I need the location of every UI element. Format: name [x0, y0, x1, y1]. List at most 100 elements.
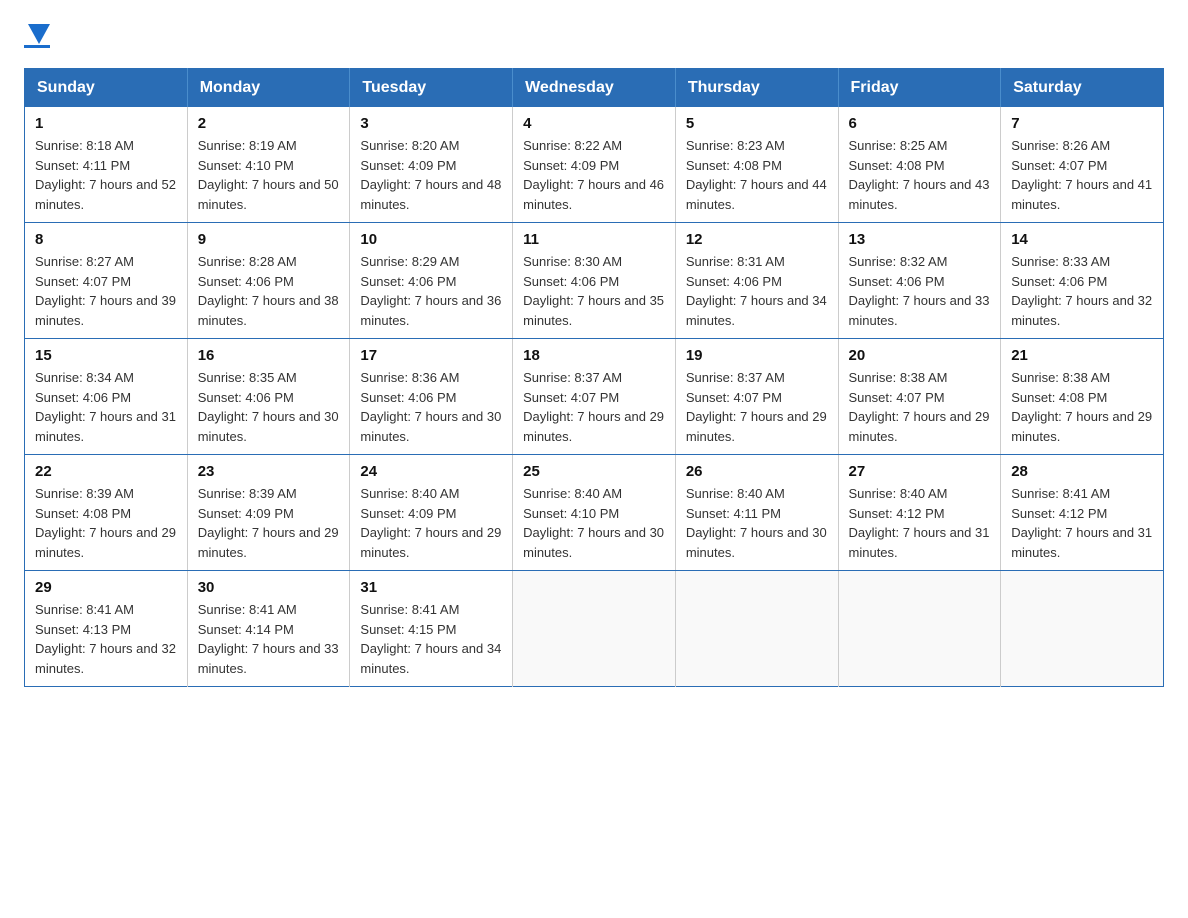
calendar-cell: 6 Sunrise: 8:25 AM Sunset: 4:08 PM Dayli…: [838, 107, 1001, 223]
day-number: 16: [198, 347, 340, 364]
day-header-sunday: Sunday: [25, 69, 188, 108]
calendar-cell: 17 Sunrise: 8:36 AM Sunset: 4:06 PM Dayl…: [350, 339, 513, 455]
calendar-cell: 31 Sunrise: 8:41 AM Sunset: 4:15 PM Dayl…: [350, 571, 513, 687]
calendar-cell: 20 Sunrise: 8:38 AM Sunset: 4:07 PM Dayl…: [838, 339, 1001, 455]
calendar-cell: 18 Sunrise: 8:37 AM Sunset: 4:07 PM Dayl…: [513, 339, 676, 455]
day-info: Sunrise: 8:25 AM Sunset: 4:08 PM Dayligh…: [849, 136, 991, 214]
day-number: 24: [360, 463, 502, 480]
day-number: 15: [35, 347, 177, 364]
calendar-cell: 16 Sunrise: 8:35 AM Sunset: 4:06 PM Dayl…: [187, 339, 350, 455]
calendar-week-row: 8 Sunrise: 8:27 AM Sunset: 4:07 PM Dayli…: [25, 223, 1164, 339]
logo-underline: [24, 45, 50, 48]
day-info: Sunrise: 8:39 AM Sunset: 4:08 PM Dayligh…: [35, 484, 177, 562]
day-info: Sunrise: 8:22 AM Sunset: 4:09 PM Dayligh…: [523, 136, 665, 214]
calendar-cell: 22 Sunrise: 8:39 AM Sunset: 4:08 PM Dayl…: [25, 455, 188, 571]
day-info: Sunrise: 8:33 AM Sunset: 4:06 PM Dayligh…: [1011, 252, 1153, 330]
day-number: 31: [360, 579, 502, 596]
day-info: Sunrise: 8:26 AM Sunset: 4:07 PM Dayligh…: [1011, 136, 1153, 214]
calendar-cell: 2 Sunrise: 8:19 AM Sunset: 4:10 PM Dayli…: [187, 107, 350, 223]
calendar-cell: 15 Sunrise: 8:34 AM Sunset: 4:06 PM Dayl…: [25, 339, 188, 455]
calendar-week-row: 29 Sunrise: 8:41 AM Sunset: 4:13 PM Dayl…: [25, 571, 1164, 687]
day-info: Sunrise: 8:19 AM Sunset: 4:10 PM Dayligh…: [198, 136, 340, 214]
day-info: Sunrise: 8:32 AM Sunset: 4:06 PM Dayligh…: [849, 252, 991, 330]
day-number: 10: [360, 231, 502, 248]
calendar-cell: 25 Sunrise: 8:40 AM Sunset: 4:10 PM Dayl…: [513, 455, 676, 571]
logo-triangle-icon: [28, 24, 50, 44]
day-info: Sunrise: 8:18 AM Sunset: 4:11 PM Dayligh…: [35, 136, 177, 214]
day-info: Sunrise: 8:37 AM Sunset: 4:07 PM Dayligh…: [686, 368, 828, 446]
day-number: 26: [686, 463, 828, 480]
day-header-wednesday: Wednesday: [513, 69, 676, 108]
calendar-cell: 28 Sunrise: 8:41 AM Sunset: 4:12 PM Dayl…: [1001, 455, 1164, 571]
day-number: 13: [849, 231, 991, 248]
calendar-cell: 8 Sunrise: 8:27 AM Sunset: 4:07 PM Dayli…: [25, 223, 188, 339]
day-header-tuesday: Tuesday: [350, 69, 513, 108]
day-info: Sunrise: 8:20 AM Sunset: 4:09 PM Dayligh…: [360, 136, 502, 214]
day-info: Sunrise: 8:40 AM Sunset: 4:11 PM Dayligh…: [686, 484, 828, 562]
day-info: Sunrise: 8:40 AM Sunset: 4:10 PM Dayligh…: [523, 484, 665, 562]
day-info: Sunrise: 8:38 AM Sunset: 4:07 PM Dayligh…: [849, 368, 991, 446]
day-number: 29: [35, 579, 177, 596]
day-number: 22: [35, 463, 177, 480]
day-number: 27: [849, 463, 991, 480]
day-info: Sunrise: 8:31 AM Sunset: 4:06 PM Dayligh…: [686, 252, 828, 330]
day-number: 12: [686, 231, 828, 248]
calendar-cell: 24 Sunrise: 8:40 AM Sunset: 4:09 PM Dayl…: [350, 455, 513, 571]
day-info: Sunrise: 8:34 AM Sunset: 4:06 PM Dayligh…: [35, 368, 177, 446]
calendar-cell: 23 Sunrise: 8:39 AM Sunset: 4:09 PM Dayl…: [187, 455, 350, 571]
day-number: 4: [523, 115, 665, 132]
day-info: Sunrise: 8:41 AM Sunset: 4:13 PM Dayligh…: [35, 600, 177, 678]
day-number: 18: [523, 347, 665, 364]
day-number: 7: [1011, 115, 1153, 132]
calendar-cell: 11 Sunrise: 8:30 AM Sunset: 4:06 PM Dayl…: [513, 223, 676, 339]
calendar-week-row: 15 Sunrise: 8:34 AM Sunset: 4:06 PM Dayl…: [25, 339, 1164, 455]
day-info: Sunrise: 8:29 AM Sunset: 4:06 PM Dayligh…: [360, 252, 502, 330]
day-info: Sunrise: 8:41 AM Sunset: 4:14 PM Dayligh…: [198, 600, 340, 678]
calendar-cell: 5 Sunrise: 8:23 AM Sunset: 4:08 PM Dayli…: [675, 107, 838, 223]
calendar-cell: 30 Sunrise: 8:41 AM Sunset: 4:14 PM Dayl…: [187, 571, 350, 687]
day-info: Sunrise: 8:37 AM Sunset: 4:07 PM Dayligh…: [523, 368, 665, 446]
day-number: 11: [523, 231, 665, 248]
calendar-cell: 13 Sunrise: 8:32 AM Sunset: 4:06 PM Dayl…: [838, 223, 1001, 339]
calendar-cell: 4 Sunrise: 8:22 AM Sunset: 4:09 PM Dayli…: [513, 107, 676, 223]
calendar-cell: 10 Sunrise: 8:29 AM Sunset: 4:06 PM Dayl…: [350, 223, 513, 339]
day-info: Sunrise: 8:41 AM Sunset: 4:12 PM Dayligh…: [1011, 484, 1153, 562]
day-number: 8: [35, 231, 177, 248]
calendar-cell: [675, 571, 838, 687]
day-number: 6: [849, 115, 991, 132]
calendar-cell: [513, 571, 676, 687]
day-number: 28: [1011, 463, 1153, 480]
calendar-cell: 14 Sunrise: 8:33 AM Sunset: 4:06 PM Dayl…: [1001, 223, 1164, 339]
calendar-cell: 1 Sunrise: 8:18 AM Sunset: 4:11 PM Dayli…: [25, 107, 188, 223]
logo: [24, 24, 50, 48]
day-number: 9: [198, 231, 340, 248]
day-header-thursday: Thursday: [675, 69, 838, 108]
day-info: Sunrise: 8:35 AM Sunset: 4:06 PM Dayligh…: [198, 368, 340, 446]
calendar-cell: 26 Sunrise: 8:40 AM Sunset: 4:11 PM Dayl…: [675, 455, 838, 571]
day-info: Sunrise: 8:23 AM Sunset: 4:08 PM Dayligh…: [686, 136, 828, 214]
page-header: [24, 24, 1164, 48]
day-info: Sunrise: 8:27 AM Sunset: 4:07 PM Dayligh…: [35, 252, 177, 330]
day-info: Sunrise: 8:40 AM Sunset: 4:12 PM Dayligh…: [849, 484, 991, 562]
calendar-cell: 21 Sunrise: 8:38 AM Sunset: 4:08 PM Dayl…: [1001, 339, 1164, 455]
day-info: Sunrise: 8:41 AM Sunset: 4:15 PM Dayligh…: [360, 600, 502, 678]
day-info: Sunrise: 8:30 AM Sunset: 4:06 PM Dayligh…: [523, 252, 665, 330]
calendar-cell: [1001, 571, 1164, 687]
day-number: 23: [198, 463, 340, 480]
day-number: 20: [849, 347, 991, 364]
day-info: Sunrise: 8:39 AM Sunset: 4:09 PM Dayligh…: [198, 484, 340, 562]
day-number: 30: [198, 579, 340, 596]
day-number: 3: [360, 115, 502, 132]
calendar-cell: 3 Sunrise: 8:20 AM Sunset: 4:09 PM Dayli…: [350, 107, 513, 223]
calendar-cell: [838, 571, 1001, 687]
calendar-cell: 12 Sunrise: 8:31 AM Sunset: 4:06 PM Dayl…: [675, 223, 838, 339]
day-header-monday: Monday: [187, 69, 350, 108]
calendar-cell: 29 Sunrise: 8:41 AM Sunset: 4:13 PM Dayl…: [25, 571, 188, 687]
day-number: 25: [523, 463, 665, 480]
calendar-header-row: SundayMondayTuesdayWednesdayThursdayFrid…: [25, 69, 1164, 108]
calendar-cell: 19 Sunrise: 8:37 AM Sunset: 4:07 PM Dayl…: [675, 339, 838, 455]
day-info: Sunrise: 8:28 AM Sunset: 4:06 PM Dayligh…: [198, 252, 340, 330]
day-number: 19: [686, 347, 828, 364]
day-info: Sunrise: 8:36 AM Sunset: 4:06 PM Dayligh…: [360, 368, 502, 446]
day-info: Sunrise: 8:38 AM Sunset: 4:08 PM Dayligh…: [1011, 368, 1153, 446]
